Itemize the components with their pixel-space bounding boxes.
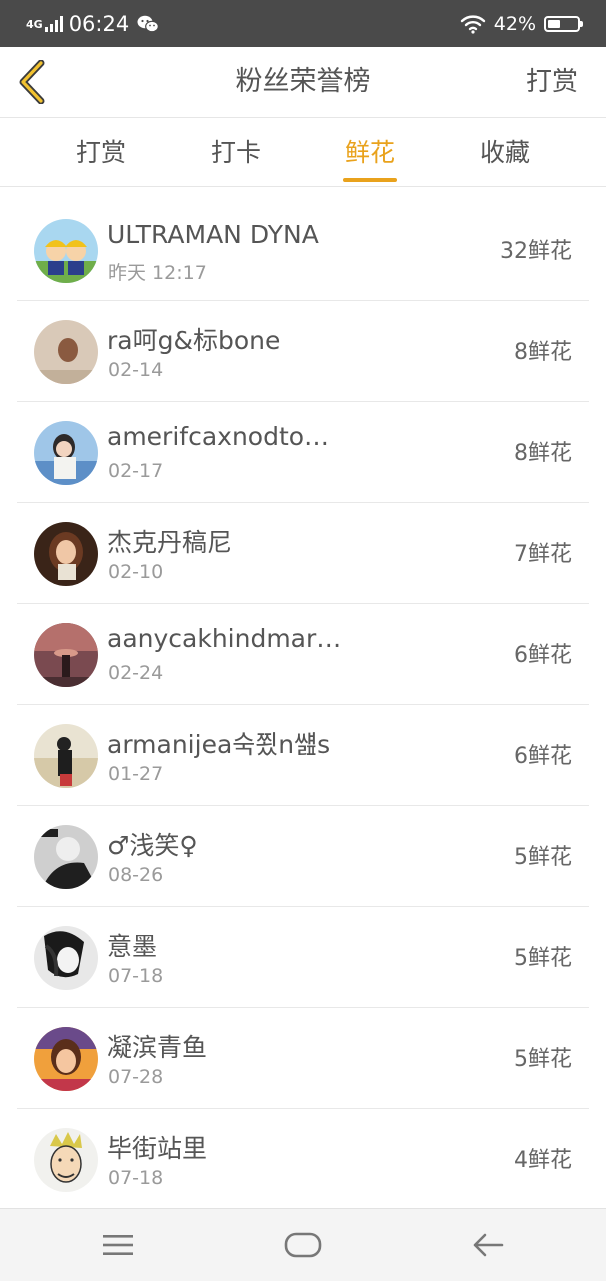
fan-row[interactable]: amerifcaxnodto… 02-17 8鲜花	[17, 402, 589, 503]
menu-icon	[103, 1235, 133, 1255]
tab-checkin[interactable]: 打卡	[176, 118, 296, 186]
fan-date: 02-24	[108, 662, 164, 684]
fan-row[interactable]: 毕街站里 07-18 4鲜花	[17, 1109, 589, 1210]
flower-count: 8鲜花	[514, 340, 572, 365]
avatar	[34, 320, 98, 384]
flower-count: 32鲜花	[500, 239, 572, 264]
tab-label: 打赏	[75, 138, 126, 167]
back-arrow-icon	[473, 1233, 504, 1257]
avatar	[34, 724, 98, 788]
fan-row[interactable]: 意墨 07-18 5鲜花	[17, 907, 589, 1008]
network-type: 4G	[26, 17, 43, 31]
fan-name: 毕街站里	[107, 1134, 208, 1163]
fan-date: 02-17	[108, 460, 164, 482]
fan-row[interactable]: aanycakhindmar… 02-24 6鲜花	[17, 604, 589, 705]
flower-count: 5鲜花	[514, 1047, 572, 1072]
fan-date: 01-27	[108, 763, 164, 785]
avatar	[34, 522, 98, 586]
status-right: 42%	[460, 10, 583, 38]
wifi-icon	[460, 15, 485, 34]
fan-list: ULTRAMAN DYNA 昨天 12:17 32鲜花 ra呵g&标bone 0…	[17, 200, 589, 1210]
fan-date: 08-26	[108, 864, 164, 886]
fan-name: ULTRAMAN DYNA	[107, 220, 319, 249]
flower-count: 6鲜花	[514, 643, 572, 668]
battery-percent: 42%	[493, 13, 536, 35]
fan-row[interactable]: armanijea숙쬤n썚s 01-27 6鲜花	[17, 705, 589, 806]
battery-icon	[544, 16, 583, 32]
flower-count: 5鲜花	[514, 946, 572, 971]
avatar	[34, 825, 98, 889]
fan-name: aanycakhindmar…	[107, 624, 342, 653]
avatar	[34, 421, 98, 485]
flower-count: 8鲜花	[514, 441, 572, 466]
fan-date: 02-10	[108, 561, 164, 583]
back-button[interactable]	[14, 57, 50, 107]
page-title: 粉丝荣誉榜	[235, 66, 371, 97]
fan-date: 07-28	[108, 1066, 164, 1088]
fan-row[interactable]: ra呵g&标bone 02-14 8鲜花	[17, 301, 589, 402]
tab-label: 鲜花	[344, 138, 395, 167]
avatar	[34, 623, 98, 687]
fan-name: 意墨	[107, 932, 158, 961]
fan-row[interactable]: 杰克丹稿尼 02-10 7鲜花	[17, 503, 589, 604]
fan-row[interactable]: ♂浅笑♀ 08-26 5鲜花	[17, 806, 589, 907]
status-left: 4G 06:24	[26, 10, 160, 38]
fan-name: 杰克丹稿尼	[107, 528, 233, 557]
battery-level	[548, 20, 560, 28]
reward-button[interactable]: 打赏	[526, 47, 578, 117]
avatar	[34, 219, 98, 283]
tab-label: 收藏	[479, 138, 530, 167]
fan-name: amerifcaxnodto…	[107, 422, 330, 451]
active-tab-indicator	[343, 178, 397, 182]
system-back-button[interactable]	[458, 1221, 518, 1269]
avatar	[34, 1128, 98, 1192]
tab-bar: 打赏 打卡 鲜花 收藏	[0, 118, 606, 187]
fan-date: 昨天 12:17	[108, 262, 207, 284]
fan-name: ra呵g&标bone	[107, 326, 281, 355]
fan-row[interactable]: ULTRAMAN DYNA 昨天 12:17 32鲜花	[17, 200, 589, 301]
fan-date: 02-14	[108, 359, 164, 381]
tab-reward[interactable]: 打赏	[41, 118, 161, 186]
title-bar: 粉丝荣誉榜 打赏	[0, 47, 606, 118]
flower-count: 5鲜花	[514, 845, 572, 870]
tab-favorites[interactable]: 收藏	[445, 118, 565, 186]
wechat-icon	[137, 15, 160, 33]
tab-flowers[interactable]: 鲜花	[310, 118, 430, 186]
fan-name: 凝滨青鱼	[107, 1033, 208, 1062]
flower-count: 7鲜花	[514, 542, 572, 567]
fan-row[interactable]: 凝滨青鱼 07-28 5鲜花	[17, 1008, 589, 1109]
fan-name: ♂浅笑♀	[107, 831, 198, 860]
system-nav-bar	[0, 1208, 606, 1281]
fan-date: 07-18	[108, 965, 164, 987]
signal-icon	[44, 16, 63, 32]
tab-label: 打卡	[210, 138, 261, 167]
avatar	[34, 926, 98, 990]
clock: 06:24	[68, 12, 130, 36]
chevron-left-icon	[19, 60, 45, 104]
home-icon	[284, 1232, 322, 1258]
fan-date: 07-18	[108, 1167, 164, 1189]
flower-count: 4鲜花	[514, 1148, 572, 1173]
home-button[interactable]	[273, 1221, 333, 1269]
flower-count: 6鲜花	[514, 744, 572, 769]
fan-name: armanijea숙쬤n썚s	[107, 730, 331, 759]
menu-button[interactable]	[88, 1221, 148, 1269]
status-bar: 4G 06:24 42%	[0, 0, 606, 47]
avatar	[34, 1027, 98, 1091]
